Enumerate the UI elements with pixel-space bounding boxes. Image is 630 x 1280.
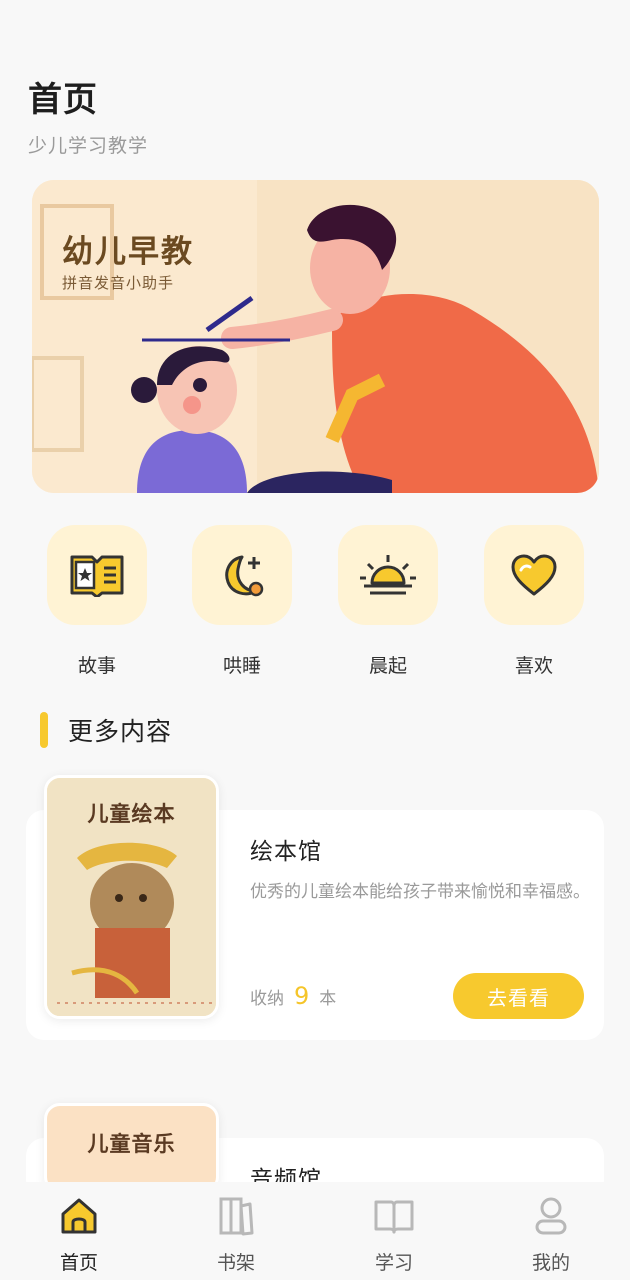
card-title: 绘本馆 [250,839,322,865]
bookshelf-icon [181,1194,291,1238]
home-icon [24,1194,134,1238]
count-suffix: 本 [319,989,337,1009]
cover-image-music: 儿童音乐 [44,1103,219,1193]
bottom-tab-bar: 首页 书架 学习 我的 [0,1182,630,1280]
count-value: 9 [294,982,310,1010]
cover-image-picture-books: 儿童绘本 [44,775,219,1019]
page-header: 首页 少儿学习教学 [28,72,148,158]
section-title: 更多内容 [68,717,173,746]
page-title: 首页 [28,80,98,120]
page-subtitle: 少儿学习教学 [28,135,149,157]
card-description: 优秀的儿童绘本能给孩子带来愉悦和幸福感。 [250,882,590,902]
banner-subtitle: 拼音发音小助手 [62,274,175,292]
quick-action-morning[interactable]: 晨起 [338,525,438,678]
tab-bookshelf[interactable]: 书架 [181,1194,291,1275]
quick-action-story[interactable]: 故事 [47,525,147,678]
moon-star-icon [192,525,292,625]
tab-label: 学习 [374,1252,413,1274]
cover-label: 儿童音乐 [87,1132,176,1156]
tab-label: 书架 [216,1252,255,1274]
collection-count: 收纳 9 本 [250,982,336,1010]
tab-label: 首页 [59,1252,98,1274]
tab-study[interactable]: 学习 [339,1194,449,1275]
quick-action-label: 喜欢 [514,655,553,677]
promo-banner[interactable]: 幼儿早教 拼音发音小助手 [32,180,599,493]
section-header: 更多内容 [40,712,172,748]
tab-label: 我的 [531,1252,570,1274]
open-book-icon [339,1194,449,1238]
view-button[interactable]: 去看看 [453,973,584,1019]
story-book-icon [47,525,147,625]
quick-action-label: 哄睡 [222,655,261,677]
user-icon [496,1194,606,1238]
sunrise-icon [338,525,438,625]
tab-profile[interactable]: 我的 [496,1194,606,1275]
quick-action-label: 晨起 [368,655,407,677]
cover-label: 儿童绘本 [87,802,176,826]
section-accent-bar [40,712,48,748]
banner-title: 幼儿早教 [62,234,194,270]
quick-action-favorite[interactable]: 喜欢 [484,525,584,678]
quick-action-sleep[interactable]: 哄睡 [192,525,292,678]
tab-home[interactable]: 首页 [24,1194,134,1275]
heart-icon [484,525,584,625]
quick-action-label: 故事 [77,655,116,677]
count-prefix: 收纳 [250,989,284,1009]
